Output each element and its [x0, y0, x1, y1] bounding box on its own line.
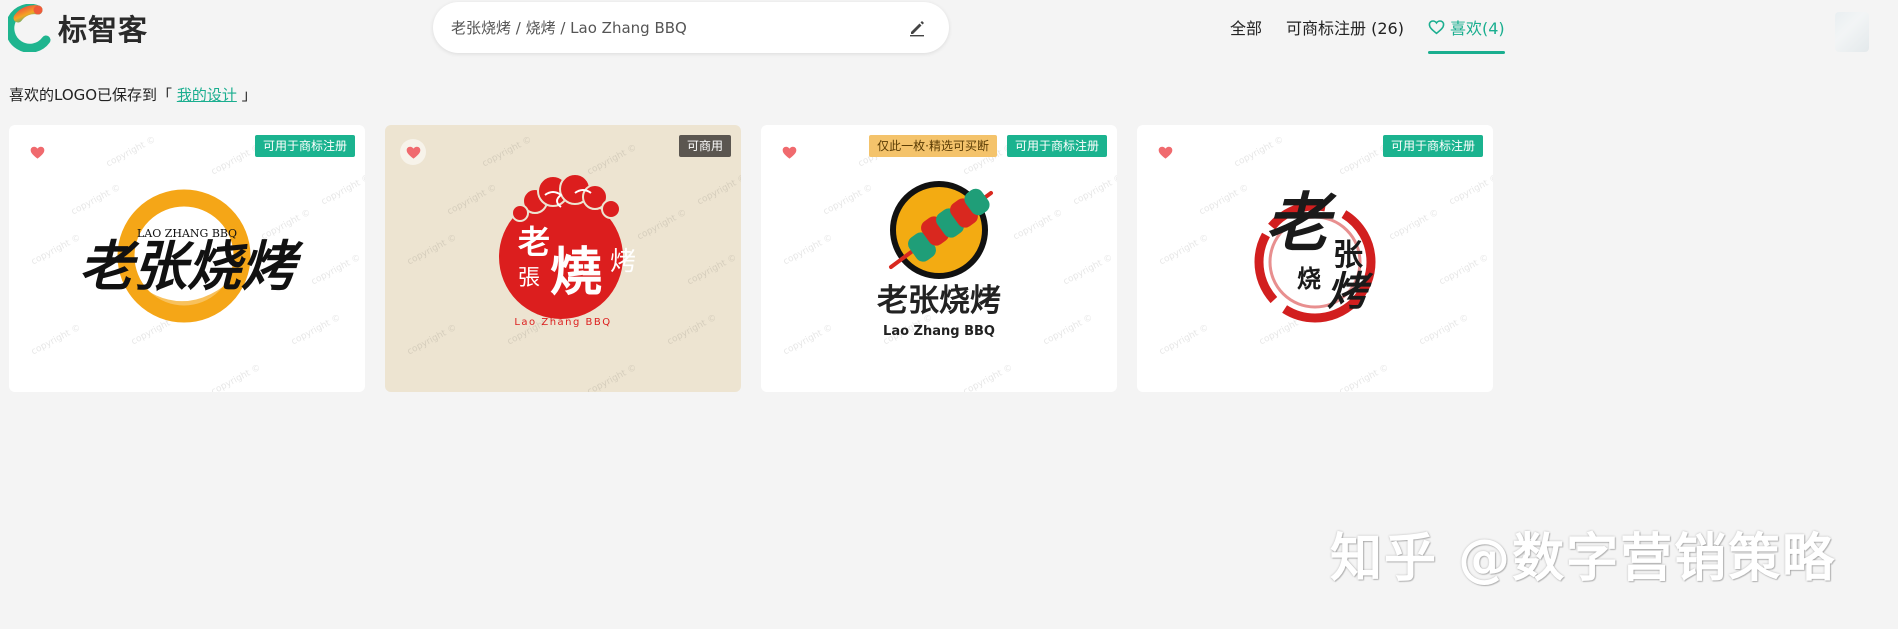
overlay-watermark: 知乎 @数字营销策略 [1330, 529, 1837, 589]
commercial-badge: 可商用 [678, 135, 731, 157]
tab-all[interactable]: 全部 [1230, 0, 1262, 54]
card-badges: 可商用 [678, 135, 731, 157]
logo-chinese-text: 老张烧烤 [877, 283, 1001, 319]
logo-card[interactable]: copyright © copyright © copyright © copyrig… [1137, 125, 1493, 392]
card-badges: 可用于商标注册 [1382, 135, 1483, 157]
logo-char-big: 老 [1265, 186, 1337, 261]
logo-char-1: 老 [518, 223, 550, 261]
my-designs-link[interactable]: 我的设计 [177, 86, 237, 104]
search-query[interactable]: 老张烧烤 / 烧烤 / Lao Zhang BBQ [451, 17, 905, 38]
tab-favorites[interactable]: 喜欢(4) [1427, 0, 1505, 54]
like-button[interactable] [400, 139, 426, 165]
notice-suffix: 」 [236, 86, 257, 104]
tab-trademark-label: 可商标注册 (26) [1286, 19, 1404, 38]
logo-char-4: 烤 [610, 247, 636, 277]
heart-outline-icon [1428, 20, 1445, 35]
logo-preview: LAO ZHANG BBQ 老张烧烤 [79, 189, 304, 323]
logo-char-small-2: 烧 [1297, 264, 1321, 293]
top-bar: 标智客 老张烧烤 / 烧烤 / Lao Zhang BBQ 全部 可商标注册 (… [0, 0, 1898, 58]
edit-icon [910, 20, 924, 36]
logo-char-3: 燒 [550, 242, 602, 303]
trademark-badge: 可用于商标注册 [1382, 135, 1483, 157]
card-badges: 仅此一枚·精选可买断 可用于商标注册 [869, 135, 1107, 157]
filter-nav: 全部 可商标注册 (26) 喜欢(4) [1230, 0, 1505, 54]
avatar[interactable] [1835, 12, 1869, 52]
logo-char-small-3: 烤 [1327, 268, 1374, 315]
logo-preview: 老张烧烤 Lao Zhang BBQ [877, 181, 1001, 339]
tab-all-label: 全部 [1230, 19, 1263, 38]
logo-chinese-text: 老张烧烤 [79, 234, 304, 298]
logo-card[interactable]: copyright © copyright © copyright © copyrig… [9, 125, 365, 392]
logo-card[interactable]: copyright © copyright © copyright © copyrig… [761, 125, 1117, 392]
brand-logo[interactable]: 标智客 [8, 4, 148, 52]
heart-filled-icon [1158, 146, 1172, 159]
trademark-badge: 可用于商标注册 [254, 135, 355, 157]
saved-notice: 喜欢的LOGO已保存到「 我的设计 」 [9, 84, 257, 105]
like-button[interactable] [1152, 139, 1178, 165]
heart-filled-icon [406, 146, 420, 159]
search-bar[interactable]: 老张烧烤 / 烧烤 / Lao Zhang BBQ [433, 2, 949, 53]
logo-char-2: 張 [518, 266, 540, 291]
exclusive-badge: 仅此一枚·精选可买断 [869, 135, 997, 157]
tab-favorites-label: 喜欢(4) [1449, 19, 1505, 38]
brand-logo-mark-icon [8, 4, 51, 52]
trademark-badge: 可用于商标注册 [1006, 135, 1107, 157]
logo-english-text: Lao Zhang BBQ [883, 324, 995, 339]
heart-filled-icon [30, 146, 44, 159]
logo-card[interactable]: copyright © copyright © copyright © copyrig… [385, 125, 741, 392]
notice-prefix: 喜欢的LOGO已保存到「 [9, 86, 177, 104]
logo-english-text: Lao Zhang BBQ [514, 317, 611, 328]
like-button[interactable] [24, 139, 50, 165]
logo-preview: 老 张 烧 烤 [1254, 186, 1376, 323]
tab-trademark[interactable]: 可商标注册 (26) [1286, 0, 1404, 54]
heart-filled-icon [782, 146, 796, 159]
brand-name: 标智客 [58, 13, 149, 47]
logo-preview: 老 張 燒 烤 Lao Zhang BBQ [499, 173, 636, 328]
edit-search-button[interactable] [905, 16, 929, 40]
card-badges: 可用于商标注册 [254, 135, 355, 157]
like-button[interactable] [776, 139, 802, 165]
